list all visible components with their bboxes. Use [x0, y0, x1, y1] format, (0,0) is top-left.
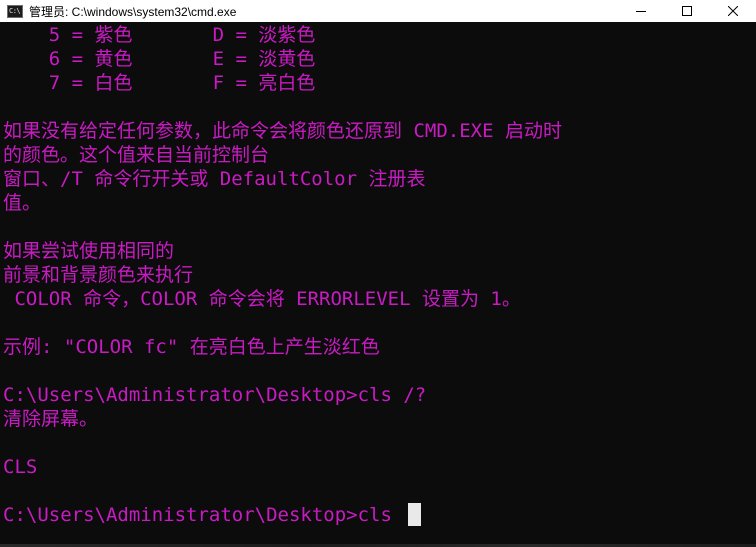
console-line: 的颜色。这个值来自当前控制台 [3, 144, 270, 166]
console-output[interactable]: 5 = 紫色 D = 淡紫色 6 = 黄色 E = 淡黄色 7 = 白色 F =… [0, 22, 756, 547]
close-button[interactable] [710, 0, 756, 22]
console-line: CLS [3, 456, 38, 478]
close-icon [728, 6, 738, 16]
window-title: 管理员: C:\windows\system32\cmd.exe [29, 4, 237, 19]
maximize-icon [682, 6, 692, 16]
console-line: 值。 [3, 192, 42, 214]
console-line: 6 = 黄色 E = 淡黄色 [3, 48, 316, 70]
console-line: 5 = 紫色 D = 淡紫色 [3, 24, 316, 46]
minimize-button[interactable] [618, 0, 664, 22]
console-line: 如果尝试使用相同的 [3, 240, 175, 262]
window-controls [618, 0, 756, 22]
console-line: 示例: "COLOR fc" 在亮白色上产生淡红色 [3, 336, 380, 358]
console-line: 窗口、/T 命令行开关或 DefaultColor 注册表 [3, 168, 426, 190]
title-bar[interactable]: C:\ 管理员: C:\windows\system32\cmd.exe [0, 0, 756, 22]
maximize-button[interactable] [664, 0, 710, 22]
console-line: 7 = 白色 F = 亮白色 [3, 72, 316, 94]
console-line: C:\Users\Administrator\Desktop>cls /? [3, 384, 427, 406]
command-prompt-line: C:\Users\Administrator\Desktop>cls [3, 504, 392, 526]
console-line: COLOR 命令，COLOR 命令会将 ERRORLEVEL 设置为 1。 [3, 288, 521, 310]
cmd-window: C:\ 管理员: C:\windows\system32\cmd.exe 5 =… [0, 0, 756, 547]
console-line: 清除屏幕。 [3, 408, 99, 430]
console-line: 如果没有给定任何参数，此命令会将颜色还原到 CMD.EXE 启动时 [3, 120, 562, 142]
minimize-icon [636, 11, 646, 12]
text-cursor [408, 503, 421, 526]
console-line: 前景和背景颜色来执行 [3, 264, 194, 286]
cmd-app-icon[interactable]: C:\ [7, 4, 23, 18]
